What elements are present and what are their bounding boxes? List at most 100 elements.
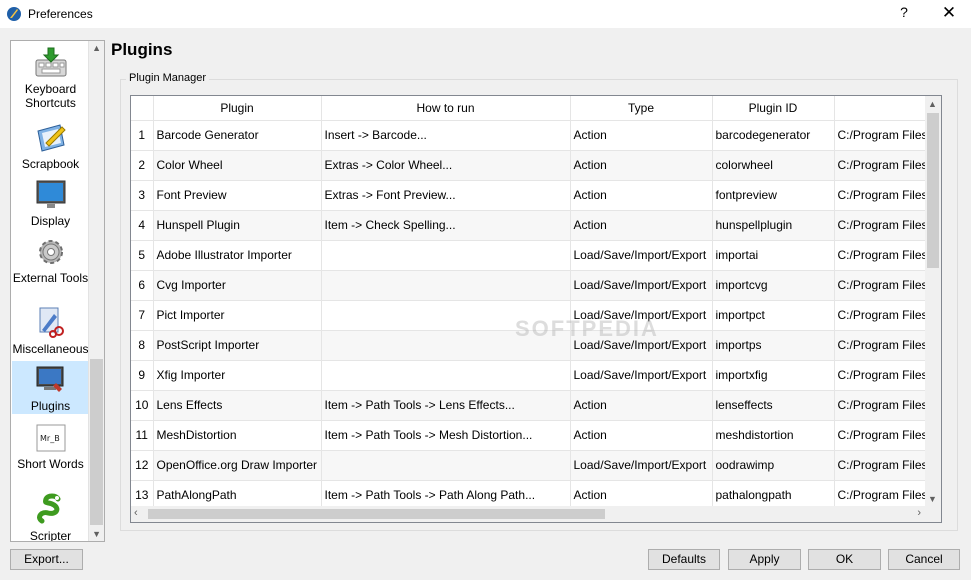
cell-file[interactable]: C:/Program Files: [834, 450, 927, 481]
cell-plugin[interactable]: PostScript Importer: [153, 330, 322, 361]
cell-plugin-id[interactable]: importpct: [712, 300, 835, 331]
scroll-down-icon[interactable]: ▼: [928, 494, 937, 504]
cell-plugin-id[interactable]: importxfig: [712, 360, 835, 391]
row-number[interactable]: 10: [131, 390, 154, 421]
cell-type[interactable]: Action: [570, 150, 713, 181]
column-header-how-to-run[interactable]: How to run: [321, 96, 571, 121]
sidebar-scrollbar[interactable]: ▲ ▼: [88, 41, 104, 541]
table-row[interactable]: 11 MeshDistortion Item -> Path Tools -> Me…: [131, 420, 927, 451]
column-header-type[interactable]: Type: [570, 96, 713, 121]
table-row[interactable]: 10 Lens Effects Item -> Path Tools -> Lens…: [131, 390, 927, 421]
column-header-plugin-id[interactable]: Plugin ID: [712, 96, 835, 121]
cell-how-to-run[interactable]: [321, 240, 571, 271]
vertical-scroll-thumb[interactable]: [927, 113, 939, 268]
cell-type[interactable]: Action: [570, 120, 713, 151]
table-row[interactable]: 1 Barcode Generator Insert -> Barcode... Ac…: [131, 120, 927, 151]
cell-how-to-run[interactable]: Extras -> Font Preview...: [321, 180, 571, 211]
cell-plugin-id[interactable]: importps: [712, 330, 835, 361]
sidebar-scroll-thumb[interactable]: [90, 359, 103, 525]
cancel-button[interactable]: Cancel: [888, 549, 960, 570]
table-row[interactable]: 5 Adobe Illustrator Importer Load/Save/Imp…: [131, 240, 927, 271]
cell-type[interactable]: Load/Save/Import/Export: [570, 240, 713, 271]
cell-plugin[interactable]: Font Preview: [153, 180, 322, 211]
table-row[interactable]: 9 Xfig Importer Load/Save/Import/Export imp…: [131, 360, 927, 391]
row-number[interactable]: 5: [131, 240, 154, 271]
cell-how-to-run[interactable]: Extras -> Color Wheel...: [321, 150, 571, 181]
cell-file[interactable]: C:/Program Files: [834, 180, 927, 211]
defaults-button[interactable]: Defaults: [648, 549, 720, 570]
table-horizontal-scrollbar[interactable]: ‹ ›: [131, 506, 941, 522]
cell-plugin[interactable]: Pict Importer: [153, 300, 322, 331]
sidebar-item-display[interactable]: Display: [12, 178, 89, 228]
sidebar-item-short-words[interactable]: Mr_B Short Words: [12, 421, 89, 471]
cell-file[interactable]: C:/Program Files: [834, 300, 927, 331]
cell-type[interactable]: Action: [570, 420, 713, 451]
row-number[interactable]: 2: [131, 150, 154, 181]
cell-file[interactable]: C:/Program Files: [834, 270, 927, 301]
cell-plugin[interactable]: Barcode Generator: [153, 120, 322, 151]
cell-type[interactable]: Load/Save/Import/Export: [570, 360, 713, 391]
row-number[interactable]: 3: [131, 180, 154, 211]
row-number[interactable]: 9: [131, 360, 154, 391]
sidebar-item-plugins[interactable]: Plugins: [12, 361, 89, 414]
cell-plugin[interactable]: Lens Effects: [153, 390, 322, 421]
cell-file[interactable]: C:/Program Files: [834, 330, 927, 361]
sidebar-item-external-tools[interactable]: External Tools: [12, 235, 89, 285]
row-number[interactable]: 11: [131, 420, 154, 451]
scroll-up-icon[interactable]: ▲: [928, 99, 937, 109]
cell-file[interactable]: C:/Program Files: [834, 210, 927, 241]
cell-plugin-id[interactable]: barcodegenerator: [712, 120, 835, 151]
cell-plugin-id[interactable]: lenseffects: [712, 390, 835, 421]
preferences-sidebar[interactable]: Keyboard Shortcuts Scrapbook Display Ext…: [10, 40, 105, 542]
cell-plugin[interactable]: Xfig Importer: [153, 360, 322, 391]
row-number[interactable]: 12: [131, 450, 154, 481]
cell-file[interactable]: C:/Program Files: [834, 360, 927, 391]
cell-plugin-id[interactable]: colorwheel: [712, 150, 835, 181]
cell-file[interactable]: C:/Program Files: [834, 240, 927, 271]
cell-type[interactable]: Action: [570, 390, 713, 421]
cell-plugin-id[interactable]: importai: [712, 240, 835, 271]
table-row[interactable]: 4 Hunspell Plugin Item -> Check Spelling..…: [131, 210, 927, 241]
cell-plugin[interactable]: Color Wheel: [153, 150, 322, 181]
cell-how-to-run[interactable]: [321, 360, 571, 391]
apply-button[interactable]: Apply: [728, 549, 801, 570]
table-row[interactable]: 12 OpenOffice.org Draw Importer Load/Save/…: [131, 450, 927, 481]
cell-type[interactable]: Load/Save/Import/Export: [570, 270, 713, 301]
cell-how-to-run[interactable]: [321, 450, 571, 481]
scroll-down-icon[interactable]: ▼: [92, 529, 101, 539]
scroll-left-icon[interactable]: ‹: [134, 507, 138, 519]
cell-plugin[interactable]: Hunspell Plugin: [153, 210, 322, 241]
cell-plugin[interactable]: OpenOffice.org Draw Importer: [153, 450, 322, 481]
sidebar-item-miscellaneous[interactable]: Miscellaneous: [12, 306, 89, 356]
cell-type[interactable]: Action: [570, 210, 713, 241]
cell-file[interactable]: C:/Program Files: [834, 150, 927, 181]
cell-type[interactable]: Action: [570, 180, 713, 211]
cell-plugin-id[interactable]: importcvg: [712, 270, 835, 301]
cell-type[interactable]: Load/Save/Import/Export: [570, 450, 713, 481]
table-vertical-scrollbar[interactable]: ▲ ▼: [925, 96, 941, 507]
cell-file[interactable]: C:/Program Files: [834, 120, 927, 151]
cell-plugin[interactable]: MeshDistortion: [153, 420, 322, 451]
export-button[interactable]: Export...: [10, 549, 83, 570]
cell-how-to-run[interactable]: Item -> Path Tools -> Lens Effects...: [321, 390, 571, 421]
row-number[interactable]: 6: [131, 270, 154, 301]
table-row[interactable]: 6 Cvg Importer Load/Save/Import/Export impo…: [131, 270, 927, 301]
row-number[interactable]: 8: [131, 330, 154, 361]
cell-plugin[interactable]: Cvg Importer: [153, 270, 322, 301]
row-number[interactable]: 4: [131, 210, 154, 241]
cell-how-to-run[interactable]: Item -> Check Spelling...: [321, 210, 571, 241]
cell-plugin[interactable]: Adobe Illustrator Importer: [153, 240, 322, 271]
cell-plugin-id[interactable]: fontpreview: [712, 180, 835, 211]
column-header-plugin[interactable]: Plugin: [153, 96, 322, 121]
cell-how-to-run[interactable]: Item -> Path Tools -> Mesh Distortion...: [321, 420, 571, 451]
sidebar-item-scripter[interactable]: Scripter: [12, 493, 89, 541]
sidebar-item-keyboard-shortcuts[interactable]: Keyboard Shortcuts: [12, 46, 89, 110]
help-button[interactable]: ?: [895, 4, 913, 20]
scroll-up-icon[interactable]: ▲: [92, 43, 101, 53]
table-row[interactable]: 3 Font Preview Extras -> Font Preview... Ac…: [131, 180, 927, 211]
row-number[interactable]: 1: [131, 120, 154, 151]
cell-plugin-id[interactable]: oodrawimp: [712, 450, 835, 481]
cell-how-to-run[interactable]: Insert -> Barcode...: [321, 120, 571, 151]
table-row[interactable]: 2 Color Wheel Extras -> Color Wheel... Acti…: [131, 150, 927, 181]
cell-plugin-id[interactable]: hunspellplugin: [712, 210, 835, 241]
